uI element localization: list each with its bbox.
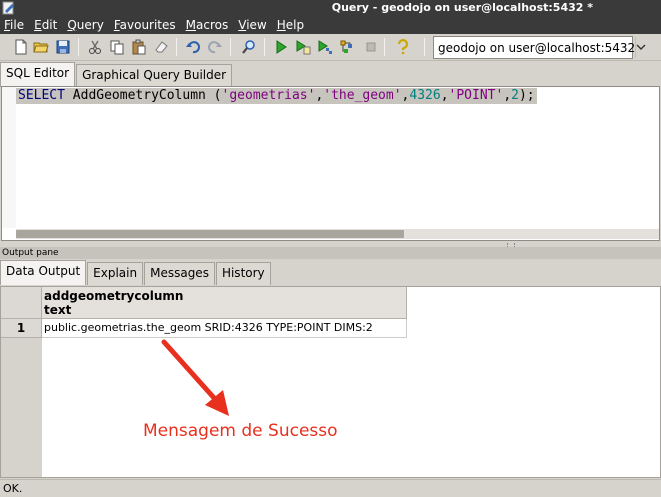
copy-icon[interactable] [108,38,126,56]
menu-view[interactable]: View [233,16,271,34]
column-header[interactable]: addgeometrycolumn text [42,287,407,319]
cut-icon[interactable] [86,38,104,56]
editor-horizontal-scrollbar[interactable] [16,229,659,239]
toolbar-separator [176,38,177,56]
toolbar-separator [264,38,265,56]
execute-query-icon[interactable] [272,38,290,56]
tab-graphical-query-builder[interactable]: Graphical Query Builder [76,64,233,87]
connection-select[interactable]: geodojo on user@localhost:5432 [433,36,646,59]
column-name: addgeometrycolumn [44,289,184,303]
tab-explain[interactable]: Explain [87,262,144,285]
scrollbar-thumb[interactable] [16,230,404,238]
open-folder-icon[interactable] [32,38,50,56]
toolbar-separator [424,38,425,56]
menu-edit[interactable]: Edit [29,16,62,34]
window-title: Query - geodojo on user@localhost:5432 * [331,1,593,14]
sql-query-text: SELECT AddGeometryColumn ('geometrias','… [16,88,537,104]
annotation-label: Mensagem de Sucesso [143,421,338,441]
chevron-down-icon[interactable] [635,37,646,58]
column-type: text [44,303,72,317]
menu-favourites[interactable]: Favourites [109,16,181,34]
new-file-icon[interactable] [12,38,30,56]
menu-help[interactable]: Help [272,16,309,34]
clear-icon[interactable] [152,38,170,56]
title-bar: Query - geodojo on user@localhost:5432 *… [0,0,661,34]
output-pane-label: Output pane [2,248,59,258]
tab-data-output[interactable]: Data Output [0,260,87,285]
toolbar-separator [230,38,231,56]
cancel-query-icon[interactable] [362,38,380,56]
output-pane-header: Output pane [0,247,661,259]
data-output-grid: addgeometrycolumn text 1 public.geometri… [0,286,661,478]
editor-margin [2,87,16,228]
row-header[interactable]: 1 [1,319,42,338]
help-icon[interactable] [394,38,412,56]
tab-history[interactable]: History [215,262,271,285]
explain-analyze-icon[interactable] [338,38,356,56]
tab-messages[interactable]: Messages [144,262,215,285]
toolbar-separator [78,38,79,56]
paste-icon[interactable] [130,38,148,56]
menu-file[interactable]: File [0,16,29,34]
tab-sql-editor[interactable]: SQL Editor [0,62,76,87]
connection-select-value: geodojo on user@localhost:5432 [438,40,636,55]
explain-query-icon[interactable] [316,38,334,56]
execute-to-file-icon[interactable] [294,38,312,56]
menu-query[interactable]: Query [62,16,108,34]
editor-tabs: SQL Editor Graphical Query Builder [0,62,233,87]
output-tabs: Data Output Explain Messages History [0,260,272,285]
status-bar: OK. [0,479,661,497]
find-icon[interactable] [240,38,258,56]
save-icon[interactable] [54,38,72,56]
menu-macros[interactable]: Macros [181,16,234,34]
grid-corner[interactable] [1,287,42,319]
toolbar-separator [384,38,385,56]
undo-icon[interactable] [184,38,202,56]
sql-editor[interactable]: SELECT AddGeometryColumn ('geometrias','… [1,86,660,241]
status-text: OK. [3,482,23,495]
annotation-arrow-icon [161,339,229,416]
menu-bar: File Edit Query Favourites Macros View H… [0,16,309,34]
redo-icon[interactable] [206,38,224,56]
